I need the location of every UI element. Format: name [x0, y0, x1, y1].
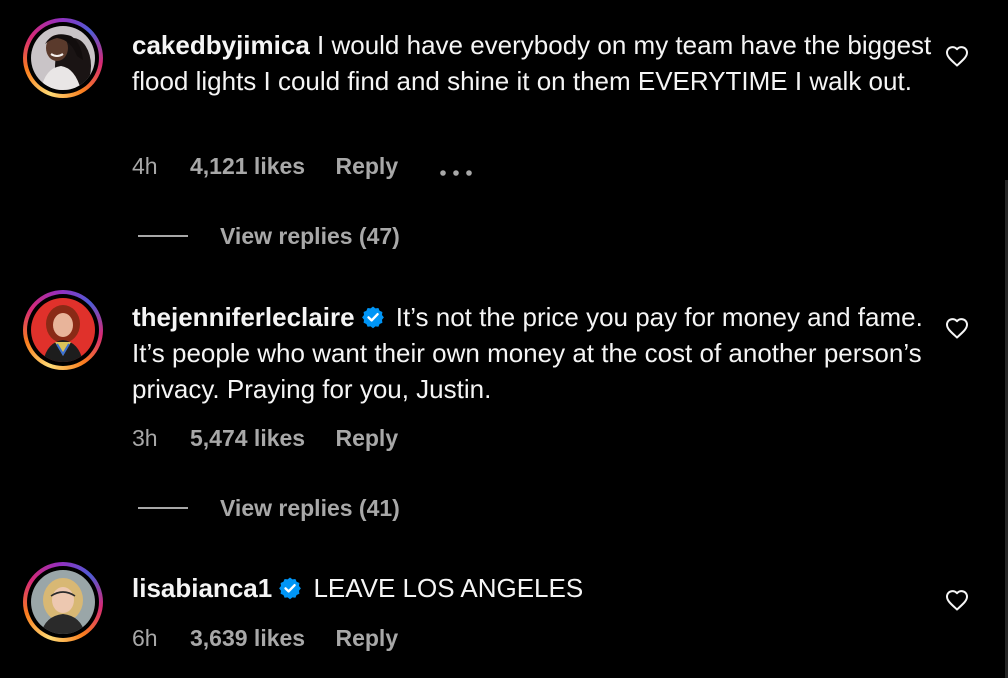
replies-divider [138, 235, 188, 237]
comment-username[interactable]: thejenniferleclaire [132, 302, 355, 332]
replies-divider [138, 507, 188, 509]
avatar [31, 570, 95, 634]
heart-icon[interactable] [945, 45, 969, 67]
comment-likes[interactable]: 3,639 likes [190, 623, 305, 653]
comment-username[interactable]: lisabianca1 [132, 573, 272, 603]
view-replies-label: View replies (47) [220, 223, 400, 249]
more-options-icon[interactable] [440, 163, 472, 176]
comment-likes[interactable]: 4,121 likes [190, 151, 305, 181]
reply-button[interactable]: Reply [335, 623, 398, 653]
comment-username[interactable]: cakedbyjimica [132, 30, 310, 60]
avatar [31, 26, 95, 90]
comment-meta: 3h 5,474 likes Reply [132, 423, 398, 453]
comment-body: thejenniferleclaire It’s not the price y… [132, 299, 932, 407]
reply-button[interactable]: Reply [335, 151, 398, 181]
view-replies-label: View replies (41) [220, 495, 400, 521]
avatar [31, 298, 95, 362]
avatar-story-ring[interactable] [23, 562, 103, 642]
verified-badge-icon [278, 573, 302, 600]
verified-badge-icon [361, 302, 385, 329]
comment-body: lisabianca1 LEAVE LOS ANGELES [132, 570, 932, 606]
heart-icon[interactable] [945, 317, 969, 339]
comment-meta: 6h 3,639 likes Reply [132, 623, 398, 653]
reply-button[interactable]: Reply [335, 423, 398, 453]
comment-text: LEAVE LOS ANGELES [313, 573, 584, 603]
comment-time: 6h [132, 625, 158, 651]
avatar-story-ring[interactable] [23, 18, 103, 98]
comment-time: 3h [132, 425, 158, 451]
comment-body: cakedbyjimica I would have everybody on … [132, 27, 932, 99]
comment-meta: 4h 4,121 likes Reply [132, 151, 398, 181]
comment-likes[interactable]: 5,474 likes [190, 423, 305, 453]
comment-time: 4h [132, 153, 158, 179]
avatar-story-ring[interactable] [23, 290, 103, 370]
heart-icon[interactable] [945, 589, 969, 611]
